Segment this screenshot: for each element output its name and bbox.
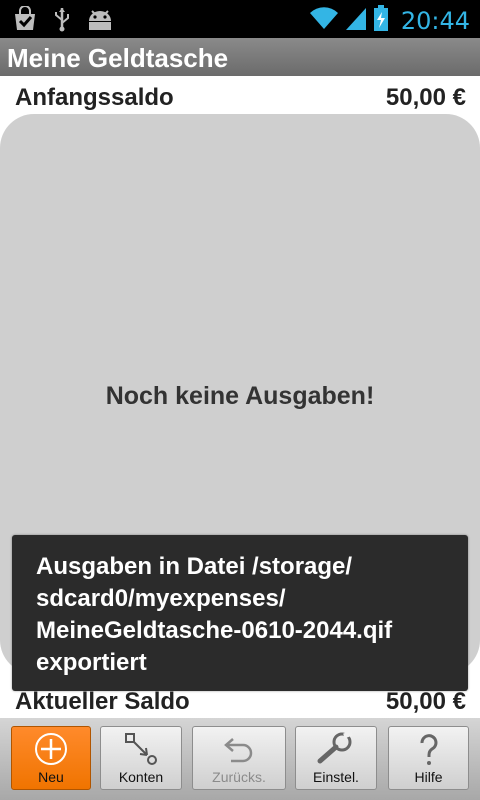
question-mark-icon [411,731,447,767]
status-bar: 20:44 [0,0,480,38]
current-balance-label: Aktueller Saldo [15,688,190,715]
settings-button[interactable]: Einstel. [295,726,377,790]
shopping-bag-icon [12,5,38,37]
android-icon [86,6,114,37]
opening-balance-value: 50,00 € [385,84,466,111]
accounts-switch-icon [123,731,159,767]
new-button-label: Neu [38,769,64,785]
current-balance-value: 50,00 € [385,688,466,715]
toast-message: Ausgaben in Datei /storage/ sdcard0/myex… [36,553,393,676]
add-circle-icon [33,731,69,767]
accounts-button[interactable]: Konten [100,726,182,790]
empty-list-message: Noch keine Ausgaben! [105,382,375,410]
signal-icon [345,5,367,36]
wrench-icon [316,730,356,767]
new-button[interactable]: Neu [11,726,91,790]
battery-charging-icon [373,4,389,37]
opening-balance-label: Anfangssaldo [15,84,174,111]
back-button-label: Zurücks. [212,769,266,785]
export-toast: Ausgaben in Datei /storage/ sdcard0/myex… [12,535,468,691]
wifi-icon [309,5,339,36]
bottom-toolbar: Neu Konten Zurücks. Einstel. Hilfe [0,718,480,800]
help-button-label: Hilfe [414,769,443,785]
title-bar: Meine Geldtasche [0,38,480,76]
undo-arrow-icon [221,731,257,767]
page-title: Meine Geldtasche [7,43,229,73]
help-button[interactable]: Hilfe [388,726,469,790]
settings-button-label: Einstel. [313,769,359,785]
clock: 20:44 [400,6,470,35]
usb-icon [52,6,72,37]
accounts-button-label: Konten [118,769,164,785]
back-button[interactable]: Zurücks. [192,726,286,790]
opening-balance-row: Anfangssaldo 50,00 € [0,78,480,116]
